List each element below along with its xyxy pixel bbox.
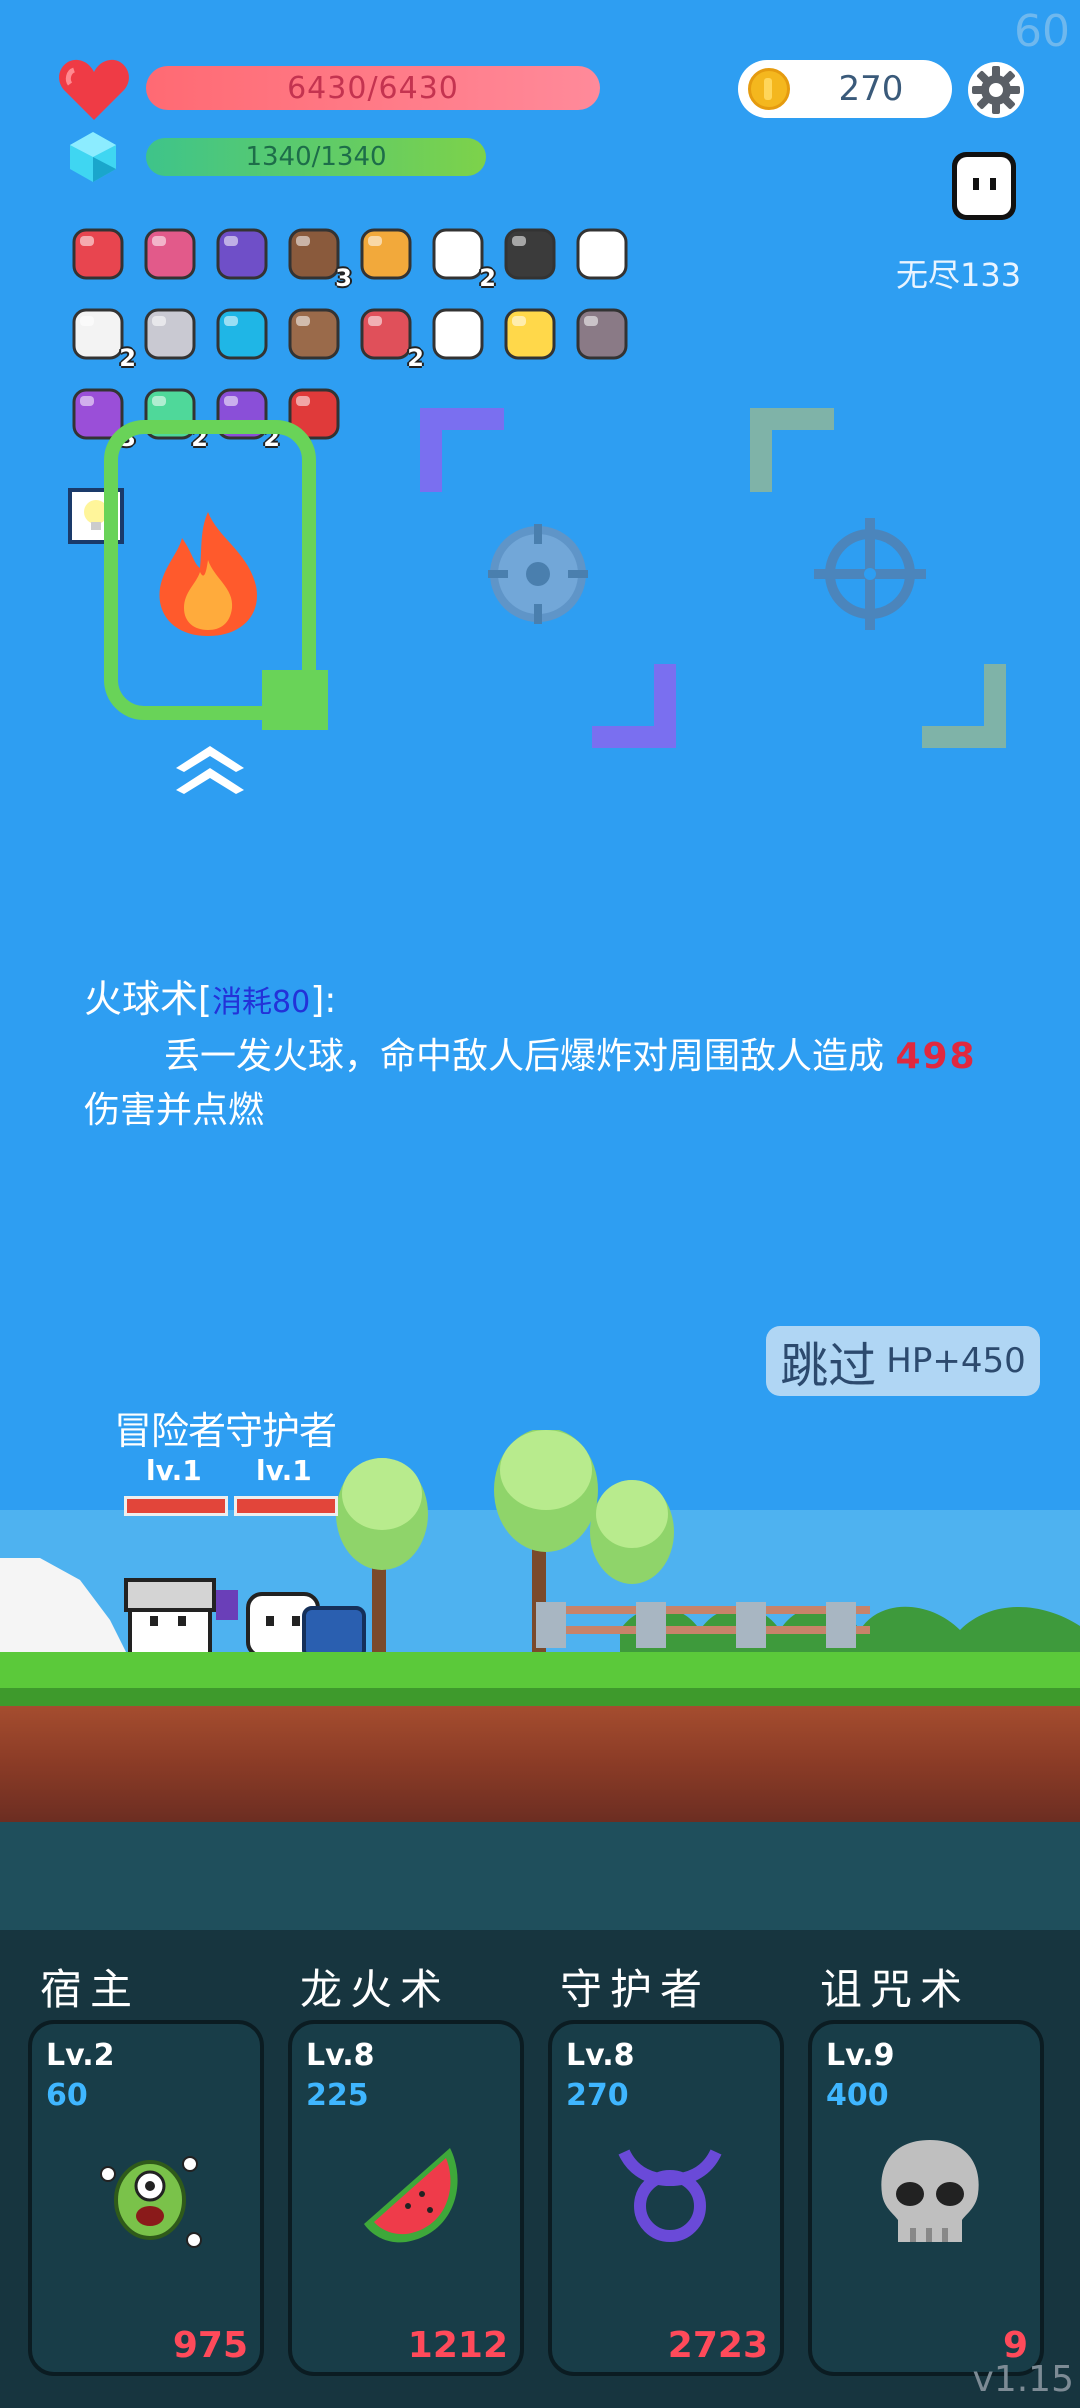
card-title: 宿主 — [40, 1965, 141, 2014]
card-level: Lv.8 — [566, 2038, 635, 2073]
card-cost: 270 — [566, 2078, 629, 2113]
blue-gem-icon[interactable] — [210, 302, 274, 366]
coin-counter: 270 — [738, 60, 952, 118]
item-count: 2 — [407, 344, 424, 372]
skill-card[interactable]: Lv.2 60 975 — [28, 2020, 264, 2376]
party-names: 冒险者守护者 — [114, 1409, 337, 1453]
card-level: Lv.9 — [826, 2038, 895, 2073]
crosshair-icon[interactable] — [810, 514, 930, 634]
card-cost: 400 — [826, 2078, 889, 2113]
hero2-level: lv.1 — [256, 1454, 312, 1487]
mana-bar: 1340/1340 — [146, 138, 486, 176]
cauldron-icon[interactable] — [498, 222, 562, 286]
watermelon-icon — [350, 2134, 470, 2254]
saw-target-icon[interactable] — [482, 518, 594, 630]
card-power: 1212 — [407, 2325, 508, 2366]
wizard-hat-icon[interactable] — [210, 222, 274, 286]
hero1-hp-bar — [124, 1496, 228, 1516]
skill-cost-open: [ — [198, 980, 213, 1021]
skill-desc-text: 丢一发火球，命中敌人后爆炸对周围敌人造成 — [164, 1036, 896, 1077]
eyeball-monster-icon — [90, 2134, 210, 2254]
skill-cost-close: ]: — [310, 980, 337, 1021]
skill-name: 火球术 — [84, 977, 199, 1021]
hero1-level: lv.1 — [146, 1454, 202, 1487]
book-icon[interactable] — [354, 222, 418, 286]
card-title: 守护者 — [560, 1965, 711, 2014]
watermelon-icon[interactable] — [66, 222, 130, 286]
hp-bar: 6430/6430 — [146, 66, 600, 110]
card-level: Lv.8 — [306, 2038, 375, 2073]
tombstone-icon[interactable] — [570, 302, 634, 366]
jam-jar-icon[interactable] — [138, 222, 202, 286]
skill-cost: 消耗80 — [212, 985, 311, 1020]
item-count: 2 — [479, 264, 496, 292]
skill-description: 火球术[消耗80]: 丢一发火球，命中敌人后爆炸对周围敌人造成 498 伤害并点… — [84, 972, 1024, 1138]
skill-card[interactable]: Lv.8 225 1212 — [288, 2020, 524, 2376]
slot3-bracket-top — [750, 408, 834, 492]
item-count: 2 — [119, 344, 136, 372]
magic-wand-icon[interactable] — [498, 302, 562, 366]
skip-label: 跳过 — [780, 1338, 877, 1394]
coin-icon — [748, 68, 790, 110]
frame-corner — [262, 670, 328, 730]
envelope-icon[interactable]: 2 — [426, 222, 496, 292]
heart-icon — [59, 59, 129, 120]
skip-button[interactable]: 跳过 HP+450 — [766, 1326, 1040, 1396]
grass-edge — [0, 1688, 1080, 1706]
slot2-bracket-bottom — [592, 664, 676, 748]
slot2-bracket-top — [420, 408, 504, 492]
card-cost: 60 — [46, 2078, 88, 2113]
card-cost: 225 — [306, 2078, 369, 2113]
ghost-icon[interactable] — [426, 302, 490, 366]
skill-desc-tail: 伤害并点燃 — [84, 1090, 265, 1131]
card-level: Lv.2 — [46, 2038, 115, 2073]
skill-damage: 498 — [895, 1036, 977, 1077]
skill-card[interactable]: Lv.8 270 2723 — [548, 2020, 784, 2376]
endless-level-label: 无尽133 — [896, 256, 1022, 294]
fire-icon — [159, 512, 257, 636]
wooden-shield-icon[interactable] — [282, 302, 346, 366]
taurus-icon — [610, 2134, 730, 2254]
gear-icon[interactable] — [966, 60, 1026, 120]
coin-value: 270 — [838, 69, 904, 109]
upgrade-chevron-icon[interactable] — [172, 742, 248, 802]
skip-hp-bonus: HP+450 — [886, 1341, 1026, 1381]
card-power: 2723 — [667, 2325, 768, 2366]
unicorn-icon[interactable] — [138, 302, 202, 366]
ghost-avatar-icon[interactable] — [946, 148, 1022, 224]
card-title: 龙火术 — [300, 1965, 451, 2014]
hero2-hp-bar — [234, 1496, 338, 1516]
grass-ground — [0, 1652, 1080, 1692]
version-label: v1.15 — [972, 2359, 1074, 2400]
skill-card[interactable]: Lv.9 400 9 — [808, 2020, 1044, 2376]
lightbulb-icon[interactable]: 2 — [66, 302, 136, 372]
skull-icon — [870, 2134, 990, 2254]
red-shield-icon[interactable]: 2 — [354, 302, 424, 372]
mana-gem-icon — [70, 132, 116, 182]
item-count: 3 — [335, 264, 352, 292]
card-title: 诅咒术 — [820, 1965, 971, 2014]
card-power: 975 — [172, 2325, 248, 2366]
slot3-bracket-bottom — [922, 664, 1006, 748]
dirt-ground — [0, 1706, 1080, 1824]
fps-counter: 60 — [1014, 6, 1070, 57]
glove-icon[interactable] — [570, 222, 634, 286]
coconut-icon[interactable]: 3 — [282, 222, 352, 292]
water-band — [0, 1822, 1080, 1932]
